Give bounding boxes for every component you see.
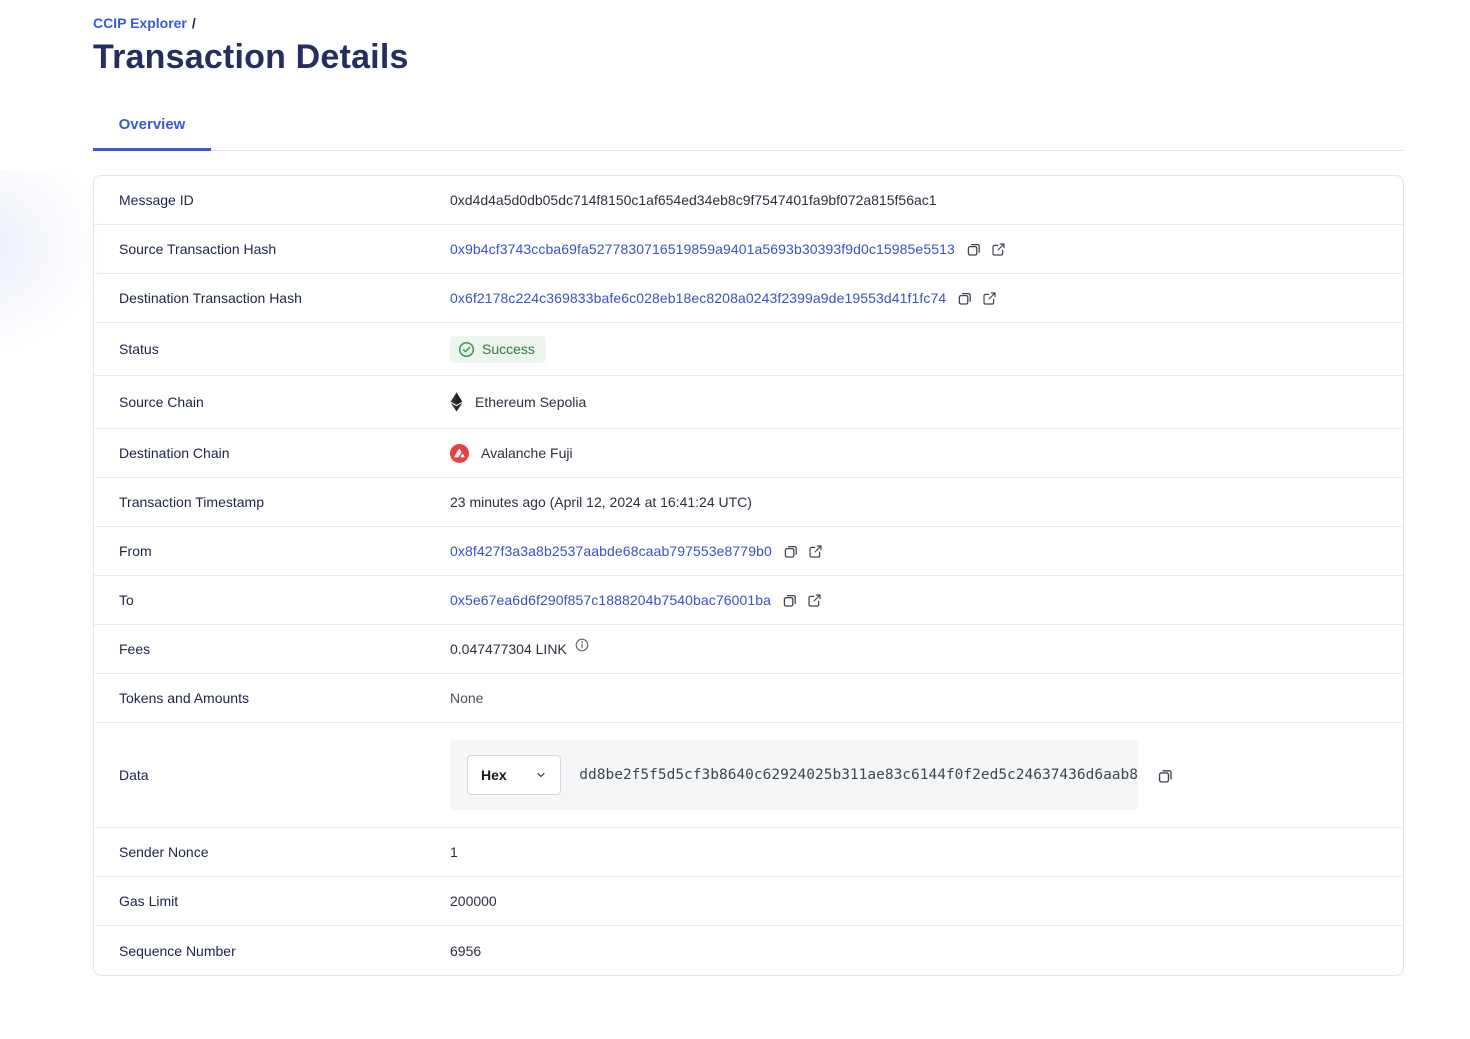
- data-format-select[interactable]: Hex: [467, 755, 561, 795]
- tab-overview[interactable]: Overview: [93, 116, 211, 151]
- table-row-gas-limit: Gas Limit 200000: [94, 877, 1403, 926]
- copy-icon[interactable]: [957, 290, 973, 306]
- transaction-details-table: Message ID 0xd4d4a5d0db05dc714f8150c1af6…: [93, 175, 1404, 976]
- row-label: Source Chain: [119, 394, 450, 410]
- message-id-value: 0xd4d4a5d0db05dc714f8150c1af654ed34eb8c9…: [450, 192, 937, 208]
- data-panel: Hex dd8be2f5f5d5cf3b8640c62924025b311ae8…: [450, 740, 1138, 810]
- table-row-sender-nonce: Sender Nonce 1: [94, 828, 1403, 877]
- table-row-destination-chain: Destination Chain Avalanche Fuji: [94, 429, 1403, 478]
- from-address-link[interactable]: 0x8f427f3a3a8b2537aabde68caab797553e8779…: [450, 543, 772, 559]
- table-row-destination-tx-hash: Destination Transaction Hash 0x6f2178c22…: [94, 274, 1403, 323]
- status-badge: Success: [450, 336, 546, 363]
- copy-icon[interactable]: [1157, 767, 1174, 784]
- row-label: Data: [119, 767, 450, 783]
- copy-icon[interactable]: [966, 241, 982, 257]
- sequence-number-value: 6956: [450, 943, 481, 959]
- row-label: Sequence Number: [119, 943, 450, 959]
- external-link-icon[interactable]: [982, 291, 997, 306]
- table-row-transaction-timestamp: Transaction Timestamp 23 minutes ago (Ap…: [94, 478, 1403, 527]
- data-format-selected: Hex: [481, 767, 507, 783]
- copy-icon[interactable]: [783, 543, 799, 559]
- row-label: From: [119, 543, 450, 559]
- chevron-down-icon: [535, 769, 547, 781]
- table-row-status: Status Success: [94, 323, 1403, 376]
- external-link-icon[interactable]: [808, 544, 823, 559]
- to-address-link[interactable]: 0x5e67ea6d6f290f857c1888204b7540bac76001…: [450, 592, 771, 608]
- gas-limit-value: 200000: [450, 893, 497, 909]
- ethereum-icon: [450, 392, 463, 412]
- table-row-message-id: Message ID 0xd4d4a5d0db05dc714f8150c1af6…: [94, 176, 1403, 225]
- table-row-source-chain: Source Chain Ethereum Sepolia: [94, 376, 1403, 429]
- fees-value: 0.047477304 LINK: [450, 641, 567, 657]
- external-link-icon[interactable]: [991, 242, 1006, 257]
- row-label: Status: [119, 341, 450, 357]
- data-hex-value: dd8be2f5f5d5cf3b8640c62924025b311ae83c61…: [579, 767, 1138, 783]
- destination-chain-name: Avalanche Fuji: [481, 445, 573, 461]
- tokens-and-amounts-value: None: [450, 690, 483, 706]
- source-tx-hash-link[interactable]: 0x9b4cf3743ccba69fa5277830716519859a9401…: [450, 241, 955, 257]
- table-row-source-tx-hash: Source Transaction Hash 0x9b4cf3743ccba6…: [94, 225, 1403, 274]
- row-label: Source Transaction Hash: [119, 241, 450, 257]
- destination-tx-hash-link[interactable]: 0x6f2178c224c369833bafe6c028eb18ec8208a0…: [450, 290, 946, 306]
- sender-nonce-value: 1: [450, 844, 458, 860]
- row-label: Transaction Timestamp: [119, 494, 450, 510]
- avalanche-icon: [450, 444, 469, 463]
- row-label: Destination Transaction Hash: [119, 290, 450, 306]
- copy-icon[interactable]: [782, 592, 798, 608]
- table-row-to: To 0x5e67ea6d6f290f857c1888204b7540bac76…: [94, 576, 1403, 625]
- info-icon[interactable]: [575, 638, 589, 652]
- breadcrumb-separator: /: [192, 15, 196, 31]
- row-label: Gas Limit: [119, 893, 450, 909]
- table-row-from: From 0x8f427f3a3a8b2537aabde68caab797553…: [94, 527, 1403, 576]
- external-link-icon[interactable]: [807, 593, 822, 608]
- page-title: Transaction Details: [93, 38, 1404, 77]
- main-content: CCIP Explorer / Transaction Details Overv…: [93, 0, 1404, 976]
- status-text: Success: [482, 341, 535, 357]
- table-row-tokens-and-amounts: Tokens and Amounts None: [94, 674, 1403, 723]
- row-label: Tokens and Amounts: [119, 690, 450, 706]
- row-label: Destination Chain: [119, 445, 450, 461]
- row-label: Sender Nonce: [119, 844, 450, 860]
- table-row-sequence-number: Sequence Number 6956: [94, 926, 1403, 975]
- tab-bar: Overview: [93, 116, 1404, 151]
- row-label: Message ID: [119, 192, 450, 208]
- table-row-fees: Fees 0.047477304 LINK: [94, 625, 1403, 674]
- table-row-data: Data Hex dd8be2f5f5d5cf3b8640c62924025b3…: [94, 723, 1403, 828]
- timestamp-value: 23 minutes ago (April 12, 2024 at 16:41:…: [450, 494, 752, 510]
- row-label: Fees: [119, 641, 450, 657]
- breadcrumb: CCIP Explorer /: [93, 0, 1404, 31]
- check-circle-icon: [458, 341, 475, 358]
- source-chain-name: Ethereum Sepolia: [475, 394, 586, 410]
- row-label: To: [119, 592, 450, 608]
- breadcrumb-link-ccip-explorer[interactable]: CCIP Explorer: [93, 15, 187, 31]
